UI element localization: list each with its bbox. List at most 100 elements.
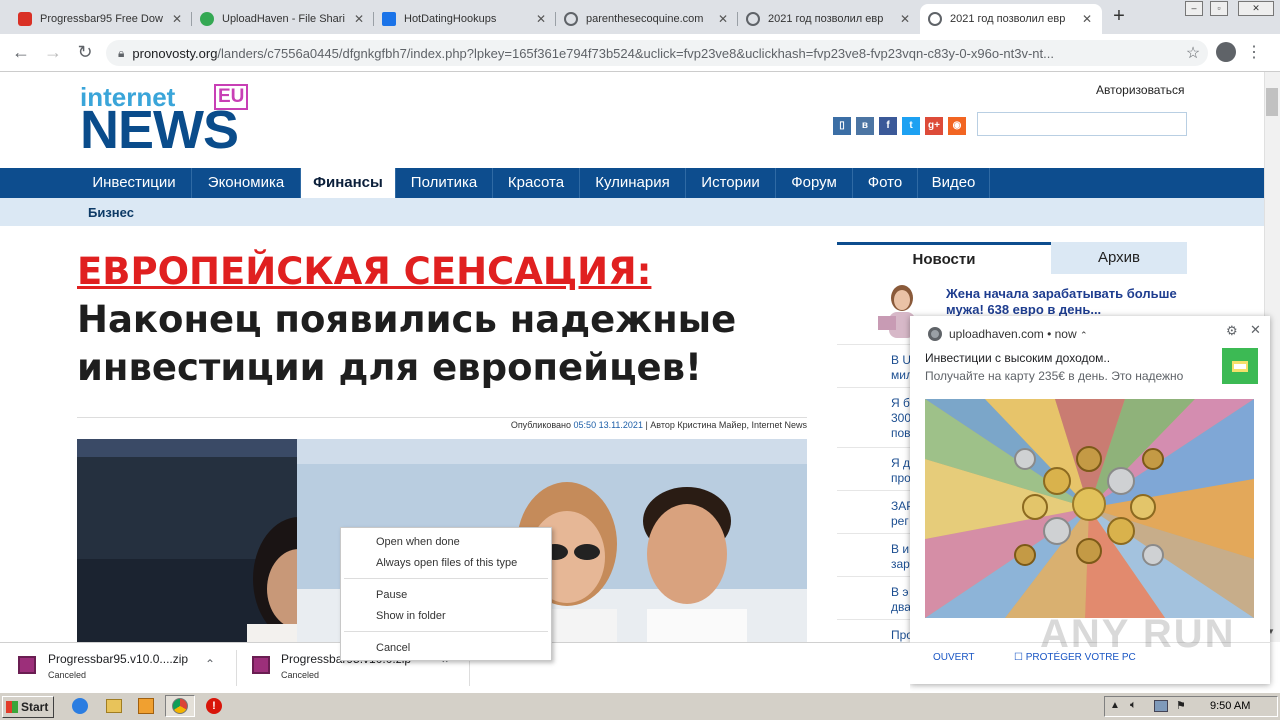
menu-item-cooking[interactable]: Кулинария <box>580 168 686 198</box>
vk-icon[interactable]: в <box>856 117 874 135</box>
browser-menu-icon[interactable]: ⋮ <box>1246 42 1262 62</box>
news-item[interactable]: зар <box>891 557 911 572</box>
start-button[interactable]: Start <box>2 696 54 718</box>
bookmark-star-icon[interactable]: ☆ <box>1178 43 1208 63</box>
news-item[interactable]: про <box>891 471 911 486</box>
site-search-input[interactable] <box>977 112 1187 136</box>
menu-item-video[interactable]: Видео <box>918 168 990 198</box>
minimize-button[interactable]: – <box>1185 1 1203 16</box>
profile-avatar-icon[interactable] <box>1216 42 1236 62</box>
news-item[interactable]: В U <box>891 353 911 368</box>
close-tab-icon[interactable]: ✕ <box>170 12 184 26</box>
rss-icon[interactable]: ◉ <box>948 117 966 135</box>
news-item[interactable]: Про <box>891 628 911 643</box>
browser-tab-1[interactable]: Progressbar95 Free Dow ✕ <box>10 4 192 34</box>
tab-title: Progressbar95 Free Dow <box>40 13 163 25</box>
tab-title: 2021 год позволил евр <box>950 13 1066 25</box>
folder-icon[interactable] <box>106 699 122 713</box>
menu-item-investments[interactable]: Инвестиции <box>77 168 192 198</box>
speaker-icon[interactable]: 🔈︎ <box>1130 699 1137 712</box>
submenu-item-business[interactable]: Бизнес <box>88 205 134 220</box>
googleplus-icon[interactable]: g+ <box>925 117 943 135</box>
menu-item-beauty[interactable]: Красота <box>493 168 580 198</box>
news-item[interactable]: мил <box>891 368 911 383</box>
twitter-icon[interactable]: t <box>902 117 920 135</box>
menu-separator <box>344 631 548 632</box>
login-link[interactable]: Авторизоваться <box>1096 83 1184 97</box>
news-item[interactable]: пов <box>891 426 911 441</box>
start-label: Start <box>21 700 49 714</box>
menu-item-stories[interactable]: Истории <box>686 168 776 198</box>
maximize-button[interactable]: ▫ <box>1210 1 1228 16</box>
notification-time: now <box>1054 327 1077 341</box>
news-item[interactable]: 300 <box>891 411 911 426</box>
media-player-icon[interactable] <box>138 698 154 714</box>
menu-item-open-when-done[interactable]: Open when done <box>376 536 460 548</box>
menu-item-always-open[interactable]: Always open files of this type <box>376 557 517 569</box>
gear-icon[interactable]: ⚙ <box>1226 323 1238 339</box>
article-byline: Опубликовано 05:50 13.11.2021 | Автор Кр… <box>77 420 807 430</box>
network-icon[interactable] <box>1154 700 1168 712</box>
close-tab-icon[interactable]: ✕ <box>1080 12 1094 26</box>
close-tab-icon[interactable]: ✕ <box>534 12 548 26</box>
menu-item-economy[interactable]: Экономика <box>192 168 301 198</box>
open-button[interactable]: OUVERT <box>933 652 975 663</box>
close-tab-icon[interactable]: ✕ <box>716 12 730 26</box>
menu-item-forum[interactable]: Форум <box>776 168 853 198</box>
notification-source-text: uploadhaven.com <box>949 327 1044 341</box>
taskbar-chrome-button[interactable] <box>165 695 195 717</box>
headline-highlight[interactable]: ЕВРОПЕЙСКАЯ СЕНСАЦИЯ: <box>77 250 651 293</box>
facebook-icon[interactable]: f <box>879 117 897 135</box>
divider <box>837 576 917 577</box>
news-item[interactable]: рег <box>891 514 911 529</box>
reload-button[interactable]: ↻ <box>74 42 96 64</box>
scrollbar-thumb[interactable] <box>1266 88 1278 116</box>
browser-tab-2[interactable]: UploadHaven - File Shari ✕ <box>192 4 374 34</box>
news-item[interactable]: ЗАР <box>891 499 911 514</box>
chevron-up-icon[interactable]: ⌃ <box>1080 330 1088 340</box>
ie-icon[interactable] <box>72 698 88 714</box>
tab-news[interactable]: Новости <box>837 242 1051 274</box>
menu-separator <box>344 578 548 579</box>
headline-text: Наконец появились надежные инвестиции дл… <box>77 298 737 389</box>
menu-item-cancel[interactable]: Cancel <box>376 642 410 654</box>
chevron-up-icon[interactable]: ⌃ <box>205 657 215 671</box>
mobile-icon[interactable]: ▯ <box>833 117 851 135</box>
back-button[interactable]: ← <box>10 42 32 64</box>
checkbox-icon[interactable]: ☐ <box>1014 652 1023 663</box>
globe-icon <box>564 12 578 26</box>
download-status: Canceled <box>48 670 87 680</box>
logo-news[interactable]: NEWS <box>80 102 239 158</box>
browser-tab-3[interactable]: HotDatingHookups ✕ <box>374 4 556 34</box>
chevron-up-icon[interactable]: ▲ <box>1110 700 1120 711</box>
url-path: /landers/c7556a0445/dfgnkgfbh7/index.php… <box>217 45 1054 61</box>
menu-item-show-in-folder[interactable]: Show in folder <box>376 610 446 622</box>
browser-tab-5[interactable]: 2021 год позволил евр ✕ <box>738 4 920 34</box>
browser-tab-6-active[interactable]: 2021 год позволил евр ✕ <box>920 4 1102 34</box>
tab-title: HotDatingHookups <box>404 13 497 25</box>
featured-news-link[interactable]: Жена начала зарабатывать больше мужа! 63… <box>946 286 1182 318</box>
news-item[interactable]: В и <box>891 542 911 557</box>
browser-tab-4[interactable]: parenthesecoquine.com ✕ <box>556 4 738 34</box>
flag-icon[interactable]: ⚑ <box>1176 699 1186 712</box>
menu-item-pause[interactable]: Pause <box>376 589 407 601</box>
download-file-name[interactable]: Progressbar95.v10.0....zip <box>48 652 188 666</box>
menu-item-photo[interactable]: Фото <box>853 168 918 198</box>
news-item[interactable]: Я б <box>891 396 911 411</box>
new-tab-button[interactable]: + <box>1108 6 1130 28</box>
news-item[interactable]: В э <box>891 585 911 600</box>
address-bar[interactable]: 🔒︎ pronovosty.org/landers/c7556a0445/dfg… <box>106 40 1208 66</box>
news-item[interactable]: два <box>891 600 911 615</box>
forward-button[interactable]: → <box>42 42 64 64</box>
close-tab-icon[interactable]: ✕ <box>898 12 912 26</box>
news-item[interactable]: Я д <box>891 456 911 471</box>
tab-archive[interactable]: Архив <box>1051 242 1187 274</box>
close-window-button[interactable]: ✕ <box>1238 1 1274 16</box>
menu-item-finance[interactable]: Финансы <box>301 168 396 198</box>
warning-app-icon[interactable]: ! <box>206 698 222 714</box>
byline-prefix: Опубликовано <box>510 420 572 430</box>
clock[interactable]: 9:50 AM <box>1210 700 1250 712</box>
close-tab-icon[interactable]: ✕ <box>352 12 366 26</box>
menu-item-politics[interactable]: Политика <box>396 168 493 198</box>
close-icon[interactable]: ✕ <box>1250 322 1261 338</box>
